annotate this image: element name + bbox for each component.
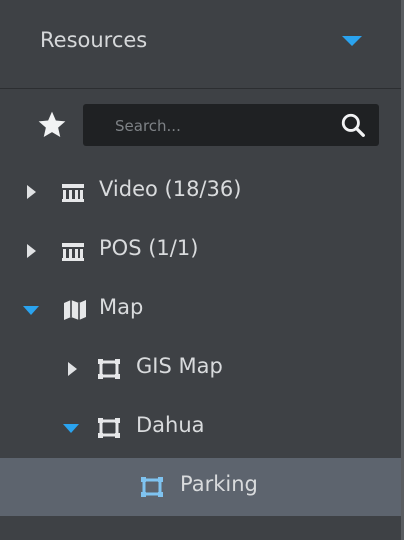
search-input[interactable] bbox=[113, 104, 337, 148]
tree-item-label: Video (18/36) bbox=[99, 177, 242, 201]
panel-header: Resources bbox=[0, 0, 401, 89]
tree-item-gis-map[interactable]: GIS Map bbox=[0, 340, 401, 399]
map-frame-icon bbox=[98, 418, 120, 438]
search-icon[interactable] bbox=[340, 112, 366, 138]
map-frame-icon bbox=[141, 477, 163, 497]
tree-item-label: Map bbox=[99, 295, 144, 319]
tree-item-label: Parking bbox=[180, 472, 258, 496]
favorites-star-icon[interactable] bbox=[36, 109, 68, 141]
tree-item-parking[interactable]: Parking bbox=[0, 458, 401, 516]
expand-arrow-icon[interactable] bbox=[27, 185, 36, 199]
dropdown-caret-icon[interactable] bbox=[342, 36, 362, 46]
panel-title: Resources bbox=[40, 28, 148, 52]
collapse-arrow-icon[interactable] bbox=[63, 424, 79, 433]
device-group-icon bbox=[62, 243, 84, 261]
tree-item-map[interactable]: Map bbox=[0, 281, 401, 340]
device-group-icon bbox=[62, 184, 84, 202]
collapse-arrow-icon[interactable] bbox=[23, 306, 39, 315]
resource-tree: Video (18/36) POS (1/1) Map GIS Map Dahu… bbox=[0, 163, 401, 516]
tree-item-video[interactable]: Video (18/36) bbox=[0, 163, 401, 222]
expand-arrow-icon[interactable] bbox=[27, 244, 36, 258]
search-row bbox=[0, 98, 401, 152]
tree-item-label: Dahua bbox=[136, 413, 205, 437]
tree-item-pos[interactable]: POS (1/1) bbox=[0, 222, 401, 281]
tree-item-label: GIS Map bbox=[136, 354, 223, 378]
tree-item-label: POS (1/1) bbox=[99, 236, 199, 260]
expand-arrow-icon[interactable] bbox=[68, 362, 77, 376]
map-frame-icon bbox=[98, 359, 120, 379]
search-box bbox=[83, 104, 379, 148]
map-icon bbox=[64, 300, 86, 320]
resources-panel: Resources Video (18/36) bbox=[0, 0, 404, 540]
tree-item-dahua[interactable]: Dahua bbox=[0, 399, 401, 458]
